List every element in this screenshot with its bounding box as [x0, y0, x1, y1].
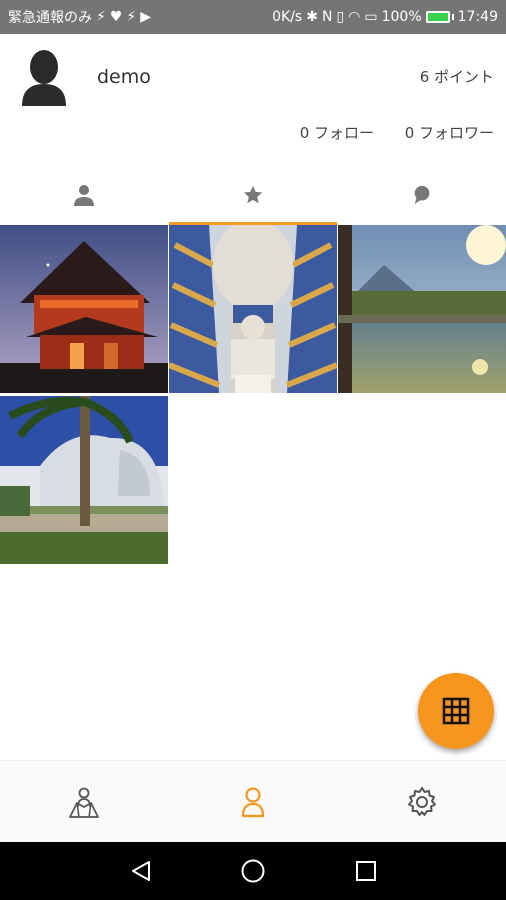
recent-apps-button[interactable] [351, 856, 381, 886]
photo-thumbnail[interactable] [169, 225, 337, 393]
clock-text: 17:49 [457, 9, 498, 25]
usb-icon: ⚡ [126, 9, 137, 25]
points-count: 6 ポイント [419, 68, 494, 86]
photo-thumbnail[interactable] [0, 396, 168, 564]
play-icon: ▶ [140, 9, 152, 25]
nav-map[interactable] [0, 761, 168, 843]
carrier-text: 緊急通報のみ [8, 10, 92, 26]
bottom-nav [0, 760, 506, 843]
grid-icon [442, 697, 470, 725]
status-bar: 緊急通報のみ ⚡ ♥ ⚡ ▶ 0K/s ✱ N ▯ ◠ ▭ 100% 17:49 [0, 0, 506, 34]
avatar[interactable] [18, 48, 70, 106]
sim-icon: ▭ [364, 9, 378, 25]
star-icon [243, 185, 263, 204]
back-button[interactable] [126, 856, 156, 886]
tab-posts[interactable] [0, 165, 168, 225]
tab-comments[interactable] [338, 165, 506, 225]
battery-percent: 100% [381, 9, 422, 25]
nav-settings[interactable] [338, 761, 506, 843]
tab-favorites[interactable] [169, 165, 337, 225]
profile-tabs [0, 165, 506, 225]
back-icon [132, 861, 150, 881]
profile-header: demo 6 ポイント 0 フォロー 0 フォロワー [0, 34, 506, 174]
map-person-icon [69, 787, 99, 818]
nav-profile[interactable] [169, 761, 337, 843]
follow-count[interactable]: 0 フォロー [300, 122, 374, 143]
comment-icon [414, 185, 430, 205]
gear-icon [408, 787, 436, 816]
follower-count[interactable]: 0 フォロワー [405, 122, 494, 143]
home-icon [241, 859, 265, 883]
usb-icon: ⚡ [96, 9, 106, 25]
grid-view-button[interactable] [418, 673, 494, 749]
recent-apps-icon [356, 861, 376, 881]
username: demo [97, 66, 151, 88]
wifi-icon: ◠ [348, 9, 361, 25]
battery-icon [425, 11, 454, 23]
system-nav-bar [0, 842, 506, 900]
photo-thumbnail[interactable] [338, 225, 506, 393]
nfc-icon: N [321, 9, 333, 25]
vibrate-icon: ▯ [336, 9, 345, 25]
photo-thumbnail[interactable] [0, 225, 168, 393]
speed-text: 0K/s [272, 9, 303, 25]
heart-icon: ♥ [109, 9, 123, 25]
home-button[interactable] [238, 856, 268, 886]
person-icon [74, 185, 94, 206]
bluetooth-icon: ✱ [306, 9, 318, 25]
person-icon [241, 787, 265, 818]
